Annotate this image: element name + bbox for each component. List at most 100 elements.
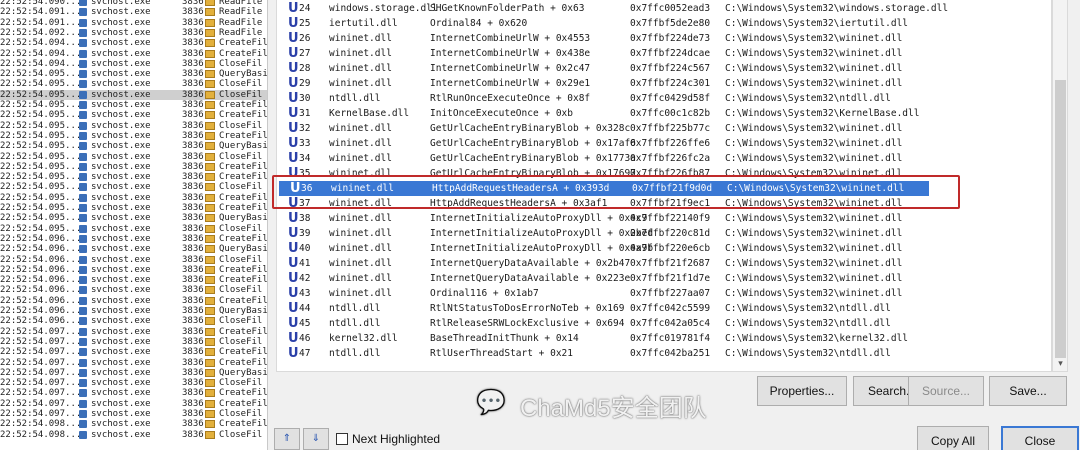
event-operation: ReadFile [219,7,263,18]
stack-frame-row[interactable]: U 44 ntdll.dll RtlNtStatusToDosErrorNoTeb +… [277,301,1051,316]
stack-frame-row[interactable]: U 46 kernel32.dll BaseThreadInitThunk + 0x1… [277,331,1051,346]
operation-icon [205,224,215,233]
event-row[interactable]: 22:52:54.097... svchost.exe 3836 CloseFil [0,378,267,388]
event-row[interactable]: 22:52:54.095... svchost.exe 3836 CloseFil [0,152,267,162]
event-row[interactable]: 22:52:54.096... svchost.exe 3836 CloseFil [0,255,267,265]
event-row[interactable]: 22:52:54.091... svchost.exe 3836 ReadFile [0,18,267,28]
event-row[interactable]: 22:52:54.095... svchost.exe 3836 CloseFil [0,224,267,234]
event-row[interactable]: 22:52:54.090... svchost.exe 3836 ReadFile [0,0,267,7]
event-row[interactable]: 22:52:54.095... svchost.exe 3836 CreateFil [0,100,267,110]
event-row[interactable]: 22:52:54.095... svchost.exe 3836 QueryBasi [0,213,267,223]
next-highlighted-checkbox[interactable] [336,433,348,445]
event-row[interactable]: 22:52:54.095... svchost.exe 3836 CreateFil [0,203,267,213]
event-row[interactable]: 22:52:54.094... svchost.exe 3836 CloseFil [0,59,267,69]
event-row[interactable]: 22:52:54.097... svchost.exe 3836 CloseFil [0,409,267,419]
event-row[interactable]: 22:52:54.097... svchost.exe 3836 CreateFil [0,399,267,409]
properties-button[interactable]: Properties... [757,376,847,406]
stack-frame-row[interactable]: U 32 wininet.dll GetUrlCacheEntryBinaryBlob… [277,121,1051,136]
event-process: svchost.exe [91,120,151,131]
frame-location: InternetInitializeAutoProxyDll + 0x2bed [430,228,654,239]
event-row[interactable]: 22:52:54.098... svchost.exe 3836 CreateFil [0,419,267,429]
stack-frame-row[interactable]: U 38 wininet.dll InternetInitializeAutoProx… [277,211,1051,226]
frame-path: C:\Windows\System32\ntdll.dll [725,318,891,329]
stack-frame-row[interactable]: U 27 wininet.dll InternetCombineUrlW + 0x43… [277,46,1051,61]
stack-frame-row[interactable]: U 43 wininet.dll Ordinal116 + 0x1ab7 0x7ffbf… [277,286,1051,301]
event-row[interactable]: 22:52:54.092... svchost.exe 3836 ReadFile [0,27,267,38]
event-row[interactable]: 22:52:54.091... svchost.exe 3836 ReadFile [0,7,267,18]
event-row[interactable]: 22:52:54.097... svchost.exe 3836 CreateFil [0,327,267,337]
event-row[interactable]: 22:52:54.096... svchost.exe 3836 QueryBasi [0,306,268,316]
stack-frame-row[interactable]: U 28 wininet.dll InternetCombineUrlW + 0x2c… [277,61,1051,76]
event-row[interactable]: 22:52:54.096... svchost.exe 3836 CreateFil [0,265,267,275]
event-row[interactable]: 22:52:54.095... svchost.exe 3836 QueryBasi [0,69,267,79]
event-row[interactable]: 22:52:54.096... svchost.exe 3836 CreateFil [0,296,267,306]
event-row[interactable]: 22:52:54.094... svchost.exe 3836 CreateFil [0,48,267,59]
stack-frame-row[interactable]: U 25 iertutil.dll Ordinal84 + 0x620 0x7ffbf5… [277,16,1051,31]
stack-frame-row[interactable]: U 31 KernelBase.dll InitOnceExecuteOnce + 0… [277,106,1051,121]
event-row[interactable]: 22:52:54.095... svchost.exe 3836 CreateFil [0,193,267,203]
event-row[interactable]: 22:52:54.095... svchost.exe 3836 CreateFil [0,131,267,141]
event-row[interactable]: 22:52:54.096... svchost.exe 3836 CloseFil [0,285,267,295]
previous-highlighted-button[interactable]: ⇑ [274,428,300,450]
frame-address: 0x7ffc019781f4 [630,333,711,344]
frame-location: GetUrlCacheEntryBinaryBlob + 0x17af6 [430,138,636,149]
event-row[interactable]: 22:52:54.096... svchost.exe 3836 CreateFil [0,234,267,244]
scrollbar-thumb[interactable] [1055,80,1066,358]
stack-frame-row[interactable]: U 33 wininet.dll GetUrlCacheEntryBinaryBlob… [277,136,1051,151]
event-row[interactable]: 22:52:54.095... svchost.exe 3836 CloseFil [0,79,267,89]
stack-frame-row[interactable]: U 41 wininet.dll InternetQueryDataAvailable… [277,256,1051,271]
stack-frame-row[interactable]: U 42 wininet.dll InternetQueryDataAvailable… [277,271,1051,286]
stack-scrollbar[interactable]: ▾ [1052,0,1068,372]
close-button[interactable]: Close [1001,426,1079,450]
event-row[interactable]: 22:52:54.095... svchost.exe 3836 CloseFil [0,182,267,192]
event-pid: 3836 [182,38,204,49]
event-row[interactable]: 22:52:54.095... svchost.exe 3836 CreateFil [0,162,267,172]
event-row[interactable]: 22:52:54.096... svchost.exe 3836 CloseFil [0,316,267,326]
stack-frame-row[interactable]: U 39 wininet.dll InternetInitializeAutoProx… [277,226,1051,241]
event-row[interactable]: 22:52:54.095... svchost.exe 3836 QueryBasi [0,141,267,151]
stack-frame-row[interactable]: U 24 windows.storage.dll SHGetKnownFolderPa… [277,1,1051,16]
frame-path: C:\Windows\System32\ntdll.dll [725,348,891,359]
frame-number: 31 [299,108,311,119]
event-time: 22:52:54.090... [0,0,82,7]
frame-module: wininet.dll [329,153,392,164]
stack-frame-row[interactable]: U 34 wininet.dll GetUrlCacheEntryBinaryBlob… [277,151,1051,166]
event-row[interactable]: 22:52:54.095... svchost.exe 3836 CreateFil [0,110,267,120]
next-highlighted-button[interactable]: ⇓ [303,428,329,450]
operation-icon [205,348,215,357]
user-mode-icon: U [288,16,299,31]
stack-frame-row[interactable]: U 45 ntdll.dll RtlReleaseSRWLockExclusive +… [277,316,1051,331]
event-row[interactable]: 22:52:54.095... svchost.exe 3836 CloseFil [0,89,267,100]
frame-module: wininet.dll [329,243,392,254]
event-time: 22:52:54.094... [0,48,82,59]
event-row[interactable]: 22:52:54.098... svchost.exe 3836 CloseFil [0,430,267,440]
stack-frame-row[interactable]: U 47 ntdll.dll RtlUserThreadStart + 0x21 0x7… [277,346,1051,361]
operation-icon [205,204,215,212]
event-operation: QueryBasi [219,306,268,316]
event-row[interactable]: 22:52:54.097... svchost.exe 3836 CloseFil [0,337,267,347]
stack-frame-row[interactable]: U 29 wininet.dll InternetCombineUrlW + 0x29… [277,76,1051,91]
frame-location: InternetInitializeAutoProxyDll + 0x4c9 [430,213,648,224]
scroll-down-arrow-icon[interactable]: ▾ [1055,358,1066,370]
event-row[interactable]: 22:52:54.094... svchost.exe 3836 CreateFil [0,38,267,49]
event-row[interactable]: 22:52:54.097... svchost.exe 3836 CreateFil [0,358,267,368]
event-row[interactable]: 22:52:54.097... svchost.exe 3836 CreateFil [0,347,267,357]
event-row[interactable]: 22:52:54.096... svchost.exe 3836 QueryBasi [0,244,267,254]
operation-icon [205,49,215,58]
stack-frame-row[interactable]: U 30 ntdll.dll RtlRunOnceExecuteOnce + 0x8f… [277,91,1051,106]
copy-all-button[interactable]: Copy All [917,426,989,450]
frame-module: ntdll.dll [329,303,381,314]
event-row[interactable]: 22:52:54.095... svchost.exe 3836 CloseFil [0,120,267,131]
stack-frame-row[interactable]: U 26 wininet.dll InternetCombineUrlW + 0x45… [277,31,1051,46]
process-icon [79,399,87,408]
event-list-pane: 22:52:54.090... svchost.exe 3836 ReadFile 22… [0,0,268,450]
save-button[interactable]: Save... [989,376,1067,406]
source-button[interactable]: Source... [908,376,984,406]
event-row[interactable]: 22:52:54.097... svchost.exe 3836 CreateFil [0,388,267,398]
stack-frame-row[interactable]: U 40 wininet.dll InternetInitializeAutoProx… [277,241,1051,256]
event-time: 22:52:54.092... [0,27,82,38]
event-row[interactable]: 22:52:54.096... svchost.exe 3836 CreateFil [0,275,267,285]
frame-address: 0x7ffbf224c301 [630,78,711,89]
event-row[interactable]: 22:52:54.097... svchost.exe 3836 QueryBasi [0,368,267,378]
event-row[interactable]: 22:52:54.095... svchost.exe 3836 CreateFil [0,172,267,182]
